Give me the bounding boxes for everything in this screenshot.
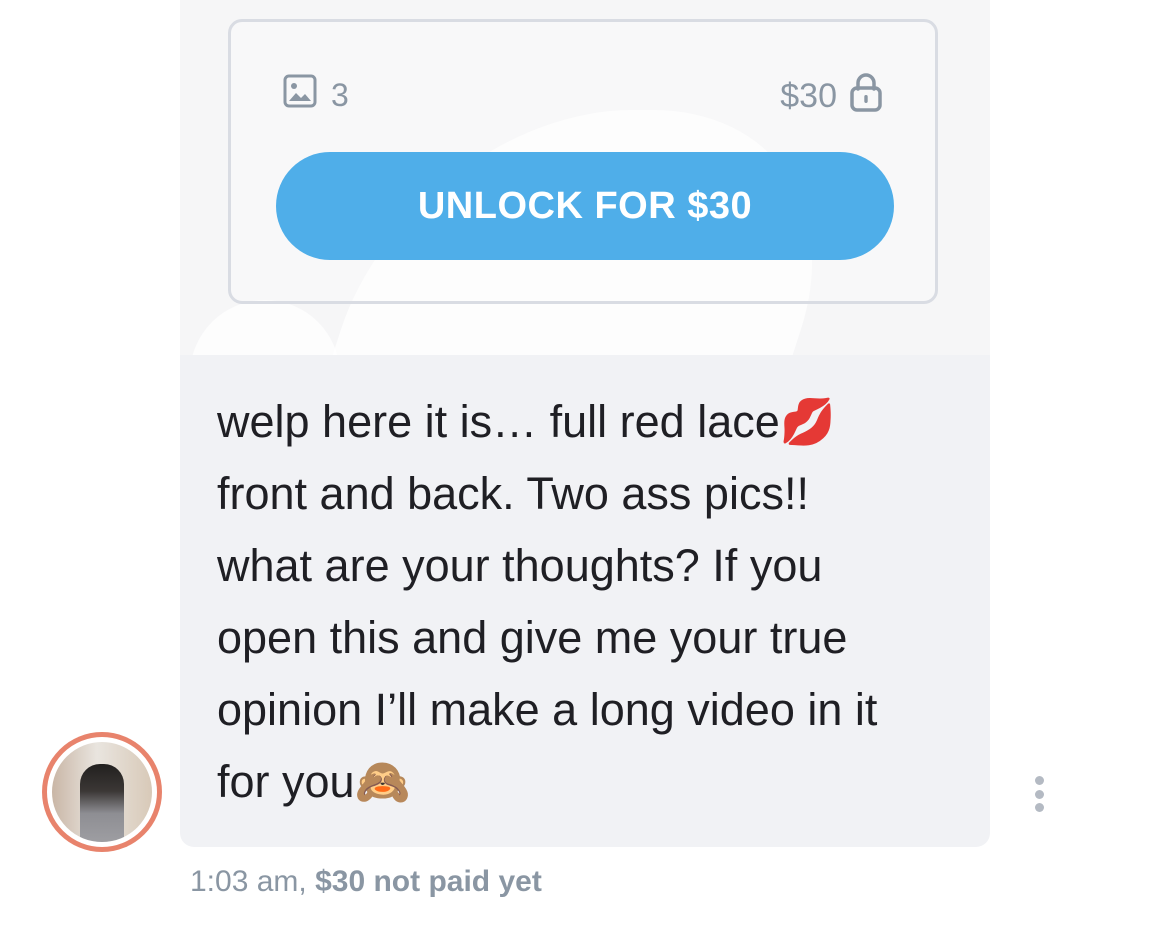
more-options-button[interactable] bbox=[1032, 776, 1046, 812]
more-vertical-icon bbox=[1034, 803, 1044, 812]
payment-status: $30 not paid yet bbox=[315, 865, 542, 898]
message-meta: 1:03 am, $30 not paid yet bbox=[190, 865, 542, 899]
watermark-shape bbox=[190, 300, 340, 355]
message-text-main: welp here it is… full red lace bbox=[217, 396, 780, 447]
message-text-rest: front and back. Two ass pics!! what are … bbox=[217, 468, 878, 807]
message-time: 1:03 am, bbox=[190, 865, 307, 898]
image-icon bbox=[283, 74, 317, 116]
unlock-button[interactable]: UNLOCK FOR $30 bbox=[276, 152, 894, 260]
locked-content-card: 3 $30 UNLOCK FOR $30 bbox=[228, 19, 938, 304]
price-value: $30 bbox=[780, 77, 837, 115]
media-count: 3 bbox=[283, 74, 349, 116]
more-vertical-icon bbox=[1034, 789, 1044, 799]
kiss-emoji: 💋 bbox=[779, 395, 836, 448]
see-no-evil-monkey-emoji: 🙈 bbox=[354, 755, 411, 808]
avatar[interactable] bbox=[42, 732, 162, 852]
lock-icon bbox=[849, 72, 883, 121]
avatar-figure bbox=[80, 764, 124, 842]
message-text: welp here it is… full red lace💋 front an… bbox=[217, 386, 957, 818]
price-info: $30 bbox=[780, 72, 883, 121]
more-vertical-icon bbox=[1034, 776, 1044, 785]
avatar-image bbox=[47, 737, 157, 847]
media-count-value: 3 bbox=[331, 76, 349, 113]
message-bubble: 3 $30 UNLOCK FOR $30 welp here it is… fu… bbox=[180, 0, 990, 847]
locked-media-area: 3 $30 UNLOCK FOR $30 bbox=[180, 0, 990, 355]
